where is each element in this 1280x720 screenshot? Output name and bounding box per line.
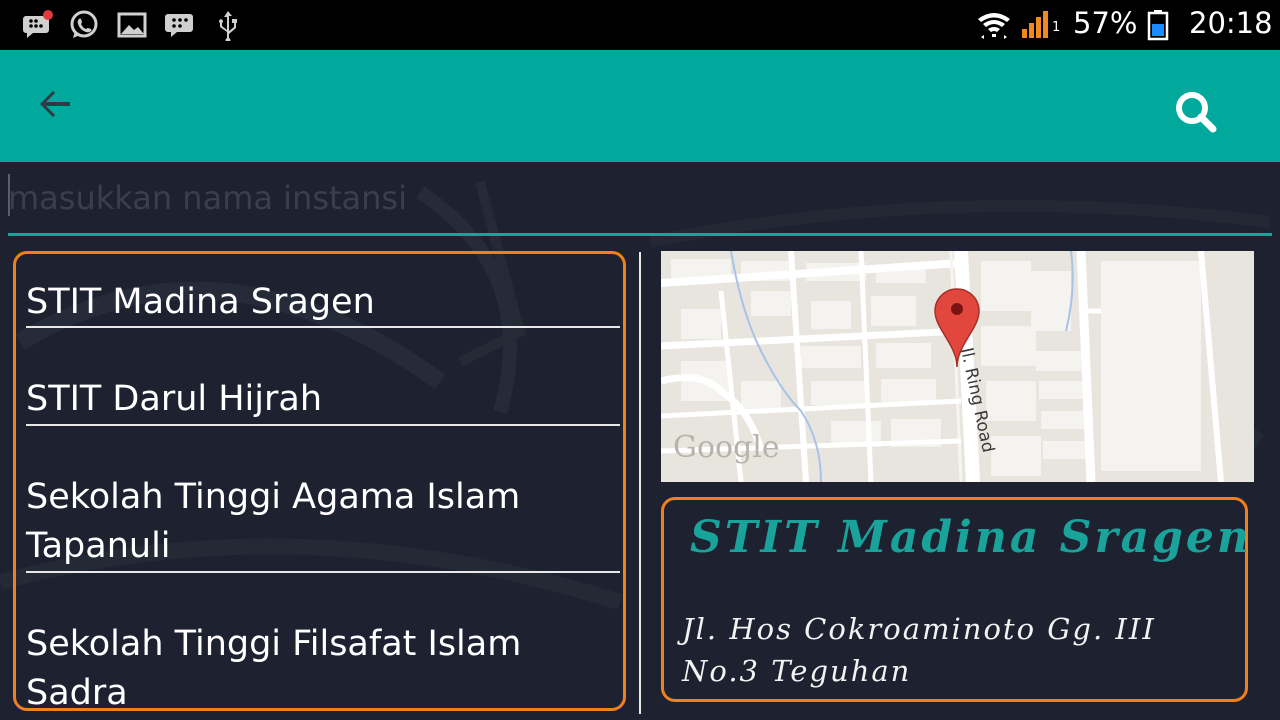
search-input[interactable]	[8, 170, 1272, 226]
list-item-divider	[26, 424, 620, 426]
detail-address: Jl. Hos Cokroaminoto Gg. III No.3 Teguha…	[682, 612, 1156, 688]
panel-divider	[639, 252, 641, 714]
text-caret	[8, 174, 10, 216]
detail-title: STIT Madina Sragen	[690, 512, 1252, 563]
list-item-label: Sekolah Tinggi Filsafat Islam Sadra	[26, 624, 522, 711]
list-item-label: Sekolah Tinggi Agama Islam Tapanuli	[26, 477, 521, 566]
list-item[interactable]: Sekolah Tinggi Agama Islam Tapanuli	[26, 473, 620, 573]
list-item[interactable]: Sekolah Tinggi Filsafat Islam Sadra	[26, 620, 620, 711]
gallery-icon	[117, 12, 147, 38]
status-bar: 1 57% 20:18	[0, 0, 1280, 50]
usb-icon	[219, 11, 237, 41]
battery-percent: 57%	[1073, 6, 1138, 40]
search-underline	[8, 233, 1272, 236]
whatsapp-icon	[70, 10, 98, 38]
battery-icon	[1147, 10, 1169, 41]
map-view[interactable]: Jl. Ring Road Google	[661, 251, 1254, 482]
search-icon[interactable]	[1170, 86, 1224, 140]
list-item[interactable]: STIT Madina Sragen	[26, 278, 620, 328]
bbm-notification-icon	[23, 10, 53, 38]
map-tiles: Jl. Ring Road Google	[661, 251, 1254, 482]
institution-list: STIT Madina Sragen STIT Darul Hijrah Sek…	[13, 251, 626, 711]
list-item[interactable]: STIT Darul Hijrah	[26, 375, 620, 426]
app-bar	[0, 50, 1280, 162]
list-item-label: STIT Madina Sragen	[26, 282, 375, 322]
map-watermark: Google	[673, 430, 780, 465]
list-item-divider	[26, 571, 620, 573]
list-item-label: STIT Darul Hijrah	[26, 379, 323, 419]
signal-icon	[1022, 11, 1048, 38]
arrow-back-icon[interactable]	[30, 78, 82, 130]
bbm-icon	[165, 14, 193, 37]
clock: 20:18	[1189, 6, 1273, 40]
institution-detail: STIT Madina Sragen Jl. Hos Cokroaminoto …	[661, 497, 1252, 702]
list-item-divider	[26, 326, 620, 328]
wifi-icon	[978, 13, 1010, 39]
signal-sim-label: 1	[1052, 20, 1061, 35]
